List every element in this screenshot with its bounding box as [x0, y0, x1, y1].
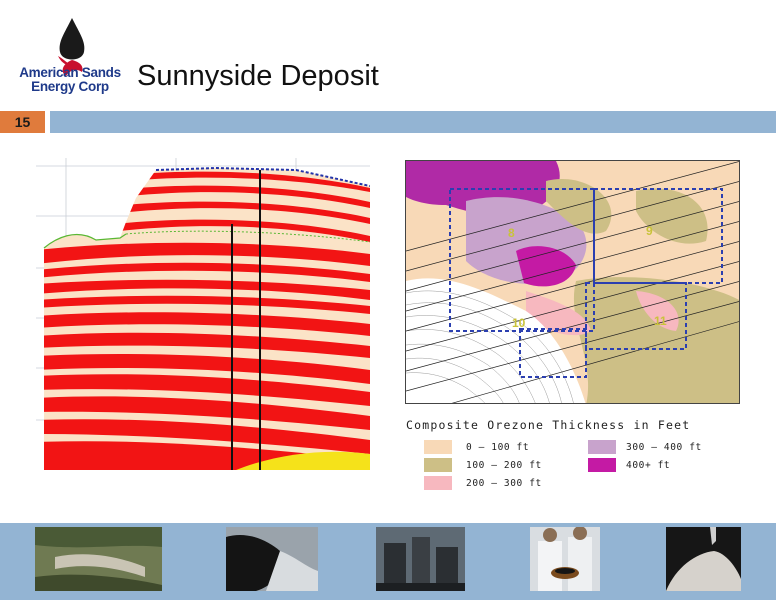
map-label-8: 8 [508, 226, 515, 240]
legend-swatch-0 [424, 440, 452, 454]
legend-label-0: 0 – 100 ft [466, 442, 530, 453]
header-bar [50, 111, 776, 133]
clean-sand-photo [666, 527, 741, 591]
legend-swatch-4 [588, 458, 616, 472]
slide-title: Sunnyside Deposit [137, 60, 379, 92]
logo-text-line2: Energy Corp [31, 79, 109, 94]
oil-sand-pile-photo [226, 527, 318, 591]
legend-title: Composite Orezone Thickness in Feet [406, 418, 691, 432]
legend-swatch-3 [588, 440, 616, 454]
legend-label-4: 400+ ft [626, 460, 671, 471]
legend-label-1: 100 – 200 ft [466, 460, 542, 471]
map-label-11: 11 [654, 314, 667, 328]
lab-workers-photo [530, 527, 600, 591]
map-label-9: 9 [646, 224, 653, 238]
legend-label-2: 200 – 300 ft [466, 478, 542, 489]
legend-swatch-1 [424, 458, 452, 472]
orezone-thickness-map: 8 9 10 11 [405, 160, 740, 404]
hillside-mine-photo [35, 527, 162, 591]
geologic-cross-section-image [36, 158, 371, 470]
company-logo: American Sands Energy Corp [14, 16, 126, 102]
map-label-10: 10 [512, 316, 526, 330]
slide-number-badge: 15 [0, 111, 45, 133]
legend-label-3: 300 – 400 ft [626, 442, 702, 453]
processing-plant-photo [376, 527, 465, 591]
legend-swatch-2 [424, 476, 452, 490]
logo-text-line1: American Sands [19, 65, 121, 80]
